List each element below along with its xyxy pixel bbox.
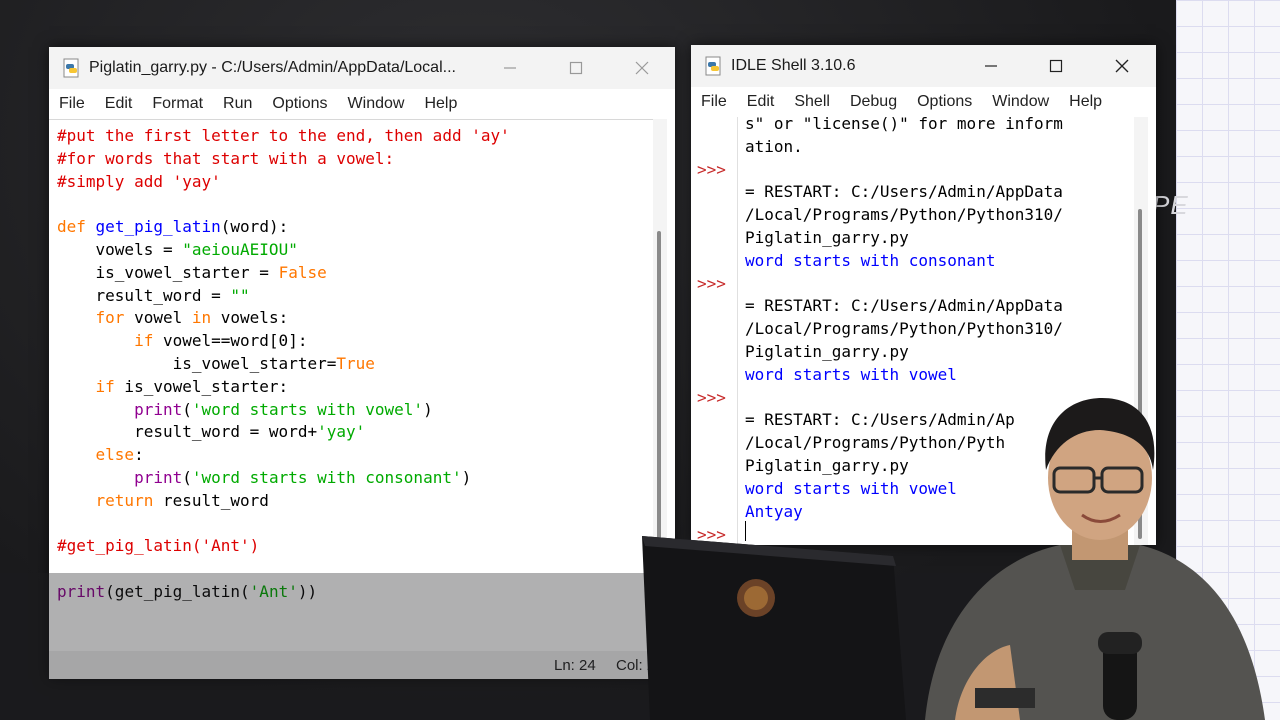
menu-edit[interactable]: Edit: [95, 95, 143, 113]
editor-text-area[interactable]: #put the first letter to the end, then a…: [49, 119, 653, 652]
close-button[interactable]: [1099, 45, 1145, 87]
editor-titlebar[interactable]: Piglatin_garry.py - C:/Users/Admin/AppDa…: [49, 47, 675, 89]
close-icon: [1115, 59, 1129, 73]
column-indicator: Col: 27: [616, 656, 664, 674]
editor-scroll-thumb[interactable]: [657, 231, 661, 621]
shell-output[interactable]: s" or "license()" for more inform ation.…: [745, 117, 1063, 523]
shell-title: IDLE Shell 3.10.6: [731, 57, 856, 74]
editor-menubar: File Edit Format Run Options Window Help: [49, 89, 675, 119]
menu-help[interactable]: Help: [414, 95, 467, 113]
menu-help[interactable]: Help: [1059, 93, 1112, 111]
shell-scrollbar[interactable]: [1134, 117, 1148, 545]
menu-options[interactable]: Options: [262, 95, 337, 113]
text-cursor: [745, 521, 746, 541]
editor-window: Piglatin_garry.py - C:/Users/Admin/AppDa…: [49, 47, 675, 679]
grid-background: [1176, 0, 1280, 720]
menu-debug[interactable]: Debug: [840, 93, 907, 111]
menu-shell[interactable]: Shell: [784, 93, 840, 111]
editor-scrollbar[interactable]: [653, 119, 667, 651]
python-icon: [703, 55, 725, 77]
shell-text-area[interactable]: s" or "license()" for more inform ation.…: [738, 117, 1128, 545]
shell-scroll-thumb[interactable]: [1138, 209, 1142, 539]
close-button[interactable]: [619, 47, 665, 89]
menu-format[interactable]: Format: [142, 95, 213, 113]
background-letters: PE: [1152, 190, 1189, 220]
shell-window: IDLE Shell 3.10.6 File Edit Shell Debug …: [691, 45, 1156, 545]
line-indicator: Ln: 24: [554, 656, 596, 674]
menu-file[interactable]: File: [691, 93, 737, 111]
menu-options[interactable]: Options: [907, 93, 982, 111]
shell-prompt: >>>: [697, 160, 726, 179]
shell-titlebar[interactable]: IDLE Shell 3.10.6: [691, 45, 1156, 87]
menu-run[interactable]: Run: [213, 95, 262, 113]
minimize-button[interactable]: [487, 47, 533, 89]
editor-title: Piglatin_garry.py - C:/Users/Admin/AppDa…: [89, 59, 456, 76]
menu-window[interactable]: Window: [982, 93, 1059, 111]
shell-prompt-gutter: >>> >>> >>> >>>: [691, 117, 738, 545]
menu-window[interactable]: Window: [338, 95, 415, 113]
maximize-button[interactable]: [553, 47, 599, 89]
minimize-icon: [985, 65, 997, 67]
editor-code[interactable]: #put the first letter to the end, then a…: [57, 125, 510, 604]
editor-statusbar: Ln: 24 Col: 27: [49, 651, 675, 679]
shell-menubar: File Edit Shell Debug Options Window Hel…: [691, 87, 1156, 117]
maximize-icon: [569, 61, 583, 75]
menu-file[interactable]: File: [49, 95, 95, 113]
python-file-icon: [61, 57, 83, 79]
maximize-icon: [1049, 59, 1063, 73]
shell-prompt: >>>: [697, 525, 726, 544]
maximize-button[interactable]: [1033, 45, 1079, 87]
close-icon: [635, 61, 649, 75]
menu-edit[interactable]: Edit: [737, 93, 785, 111]
minimize-button[interactable]: [968, 45, 1014, 87]
minimize-icon: [504, 67, 516, 69]
shell-prompt: >>>: [697, 274, 726, 293]
shell-prompt: >>>: [697, 388, 726, 407]
